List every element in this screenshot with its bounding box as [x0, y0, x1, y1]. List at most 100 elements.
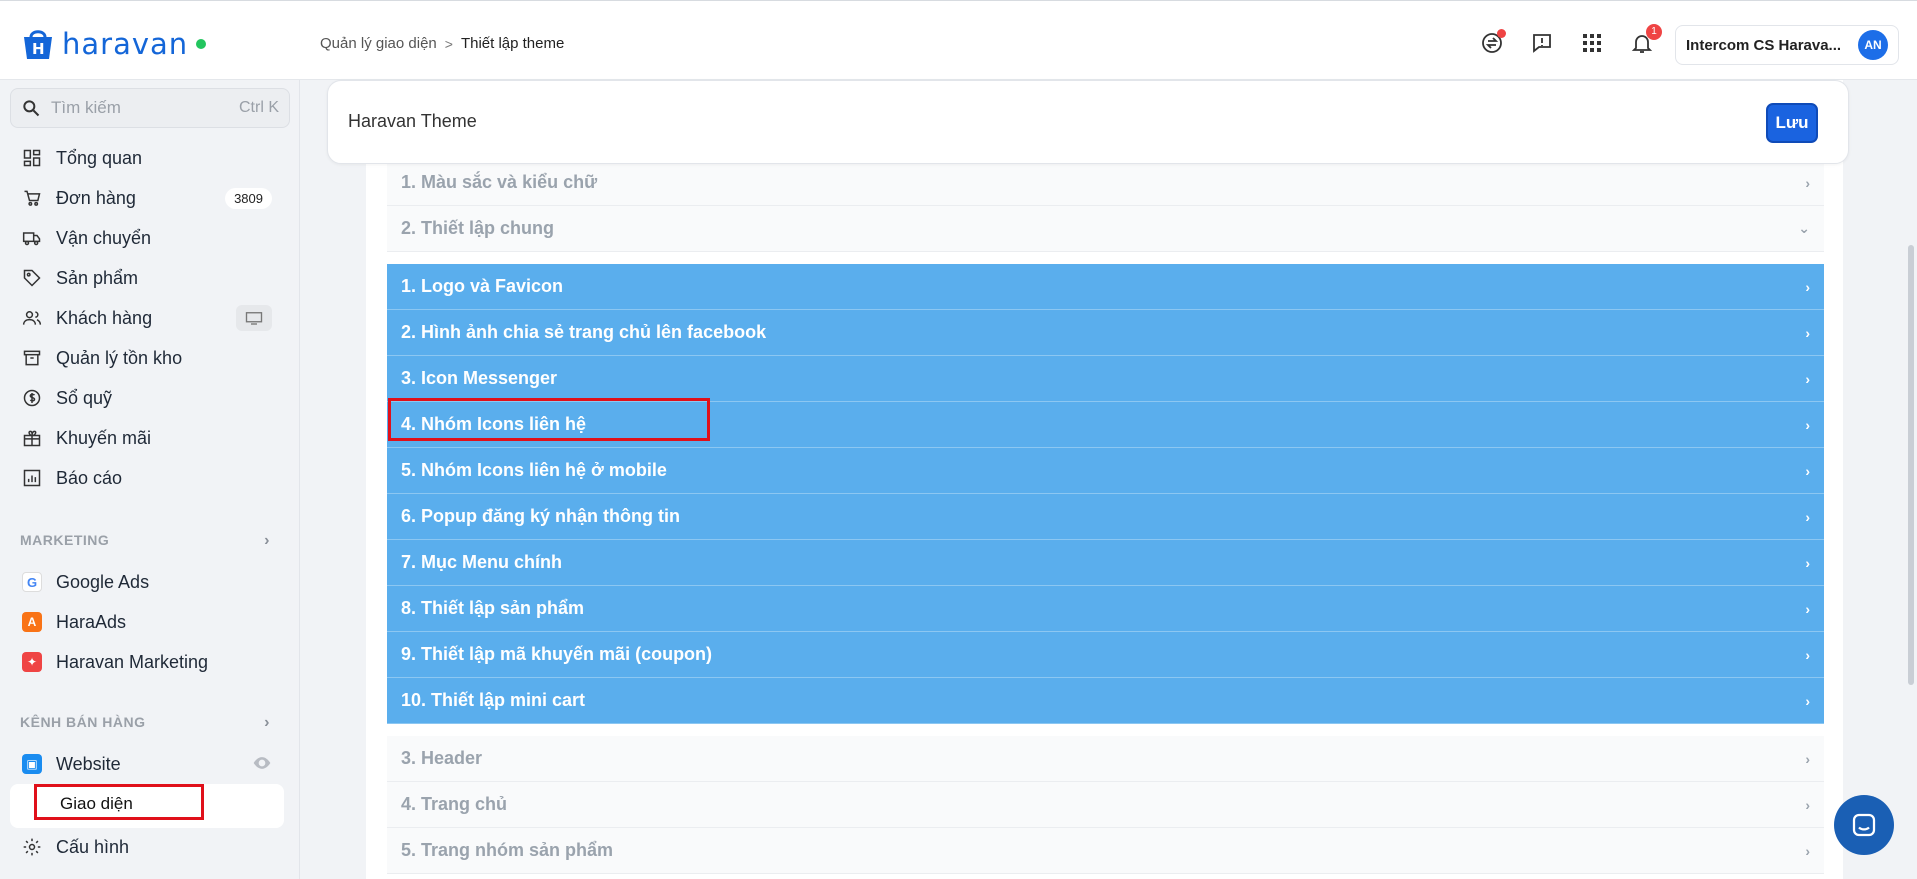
highlight-box-contact-icons [388, 398, 710, 441]
settings-nav: Cấu hình [0, 827, 300, 867]
svg-text:H: H [32, 40, 45, 58]
spacer [387, 252, 1824, 264]
sidebar-item-cashbook[interactable]: Sổ quỹ [0, 378, 300, 418]
subsection-label: 1. Logo và Favicon [401, 276, 564, 296]
sidebar-item-haraads[interactable]: A HaraAds [0, 602, 300, 642]
save-button[interactable]: Lưu [1766, 103, 1818, 143]
dollar-icon [22, 388, 42, 408]
sidebar-item-orders[interactable]: Đơn hàng 3809 [0, 178, 300, 218]
section-colors-fonts[interactable]: 1. Màu sắc và kiểu chữ › [387, 160, 1824, 206]
section-label: 4. Trang chủ [401, 794, 508, 814]
gear-icon [22, 837, 42, 857]
exchange-alert-dot [1497, 29, 1506, 38]
section-header[interactable]: 3. Header › [387, 736, 1824, 782]
sidebar-item-website[interactable]: ▣ Website [0, 744, 300, 784]
subsection-icon-messenger[interactable]: 3. Icon Messenger › [387, 356, 1824, 402]
chevron-right-icon: › [264, 532, 270, 549]
subsection-facebook-share-image[interactable]: 2. Hình ảnh chia sẻ trang chủ lên facebo… [387, 310, 1824, 356]
marketing-nav: G Google Ads A HaraAds ✦ Haravan Marketi… [0, 562, 300, 682]
sidebar-item-reports[interactable]: Báo cáo [0, 458, 300, 498]
haraads-icon: A [22, 612, 42, 632]
chevron-right-icon: › [1805, 646, 1810, 663]
subsection-label: 6. Popup đăng ký nhận thông tin [401, 506, 680, 526]
sidebar-item-products[interactable]: Sản phẩm [0, 258, 300, 298]
status-dot [196, 39, 207, 49]
page-scrollbar[interactable] [1905, 80, 1917, 879]
cart-icon [22, 188, 42, 208]
sidebar-item-label: Báo cáo [56, 467, 123, 488]
avatar: AN [1858, 30, 1888, 60]
brand-name: haravan [62, 27, 189, 61]
section-general-settings[interactable]: 2. Thiết lập chung ⌄ [387, 206, 1824, 252]
subsection-main-menu[interactable]: 7. Mục Menu chính › [387, 540, 1824, 586]
bell-icon[interactable]: 1 [1630, 24, 1662, 55]
notification-count: 1 [1646, 24, 1662, 40]
chat-launcher-button[interactable] [1834, 795, 1894, 855]
exchange-icon[interactable] [1480, 29, 1506, 55]
logo-bag-icon: H [24, 30, 52, 59]
website-icon: ▣ [22, 754, 42, 774]
haravan-logo[interactable]: H haravan [18, 27, 207, 61]
chevron-right-icon: › [264, 714, 270, 731]
marketing-title: MARKETING [20, 532, 110, 548]
search-input[interactable]: Tìm kiếm Ctrl K [10, 88, 290, 128]
sidebar-item-haravan-marketing[interactable]: ✦ Haravan Marketing [0, 642, 300, 682]
marketing-section-header[interactable]: MARKETING › [20, 532, 270, 550]
sidebar-item-overview[interactable]: Tổng quan [0, 138, 300, 178]
subsection-coupon-settings[interactable]: 9. Thiết lập mã khuyến mãi (coupon) › [387, 632, 1824, 678]
breadcrumb-current: Thiết lập theme [460, 35, 565, 52]
section-homepage[interactable]: 4. Trang chủ › [387, 782, 1824, 828]
orders-count-badge: 3809 [225, 187, 272, 209]
sidebar-item-inventory[interactable]: Quản lý tồn kho [0, 338, 300, 378]
top-bar: H haravan Quản lý giao diện > Thiết lập … [0, 0, 1917, 80]
sidebar-item-label: Sổ quỹ [56, 387, 113, 408]
sidebar-subitem-theme[interactable]: Giao diện [60, 794, 133, 814]
chevron-right-icon: › [1805, 324, 1810, 341]
chevron-right-icon: › [1805, 750, 1810, 767]
subsection-product-settings[interactable]: 8. Thiết lập sản phẩm › [387, 586, 1824, 632]
section-collection-page[interactable]: 5. Trang nhóm sản phẩm › [387, 828, 1824, 874]
section-label: 2. Thiết lập chung [401, 218, 555, 238]
subsection-mini-cart[interactable]: 10. Thiết lập mini cart › [387, 678, 1824, 724]
chat-icon [1852, 813, 1876, 837]
truck-icon [22, 228, 42, 248]
chevron-right-icon: › [1805, 370, 1810, 387]
sidebar-item-label: Cấu hình [56, 836, 130, 857]
breadcrumb-parent[interactable]: Quản lý giao diện [320, 35, 437, 52]
chevron-right-icon: › [1805, 462, 1810, 479]
chevron-right-icon: › [1805, 796, 1810, 813]
scrollbar-thumb[interactable] [1908, 245, 1914, 685]
chevron-right-icon: › [1805, 416, 1810, 433]
sidebar-item-customers[interactable]: Khách hàng [0, 298, 300, 338]
account-switcher[interactable]: Intercom CS Harava... AN [1675, 25, 1899, 65]
sidebar-item-label: Khách hàng [56, 307, 153, 328]
customers-screen-button[interactable] [236, 305, 272, 331]
theme-title: Haravan Theme [348, 111, 477, 131]
apps-grid-icon[interactable] [1580, 31, 1604, 55]
sidebar-item-label: Google Ads [56, 571, 150, 592]
section-label: 5. Trang nhóm sản phẩm [401, 840, 614, 860]
tag-icon [22, 268, 42, 288]
sidebar-item-settings[interactable]: Cấu hình [0, 827, 300, 867]
website-nav: ▣ Website [0, 744, 300, 784]
sidebar-item-shipping[interactable]: Vận chuyển [0, 218, 300, 258]
subsection-label: 7. Mục Menu chính [401, 552, 563, 572]
account-name: Intercom CS Harava... [1686, 36, 1842, 54]
subsection-signup-popup[interactable]: 6. Popup đăng ký nhận thông tin › [387, 494, 1824, 540]
chevron-right-icon: › [1805, 554, 1810, 571]
subsection-label: 10. Thiết lập mini cart [401, 690, 586, 710]
section-label: 3. Header [401, 748, 483, 768]
subsection-logo-favicon[interactable]: 1. Logo và Favicon › [387, 264, 1824, 310]
sidebar-item-promotions[interactable]: Khuyến mãi [0, 418, 300, 458]
screen-icon [245, 312, 263, 325]
search-placeholder: Tìm kiếm [51, 98, 121, 117]
breadcrumb-separator: > [444, 35, 453, 52]
eye-icon[interactable] [252, 754, 272, 775]
report-icon [22, 468, 42, 488]
theme-header-card: Haravan Theme Lưu [327, 80, 1849, 164]
sidebar-item-google-ads[interactable]: G Google Ads [0, 562, 300, 602]
feedback-icon[interactable] [1530, 31, 1554, 55]
channels-section-header[interactable]: KÊNH BÁN HÀNG › [20, 714, 270, 732]
subsection-contact-icons-mobile[interactable]: 5. Nhóm Icons liên hệ ở mobile › [387, 448, 1824, 494]
subsection-label: 5. Nhóm Icons liên hệ ở mobile [401, 460, 667, 480]
